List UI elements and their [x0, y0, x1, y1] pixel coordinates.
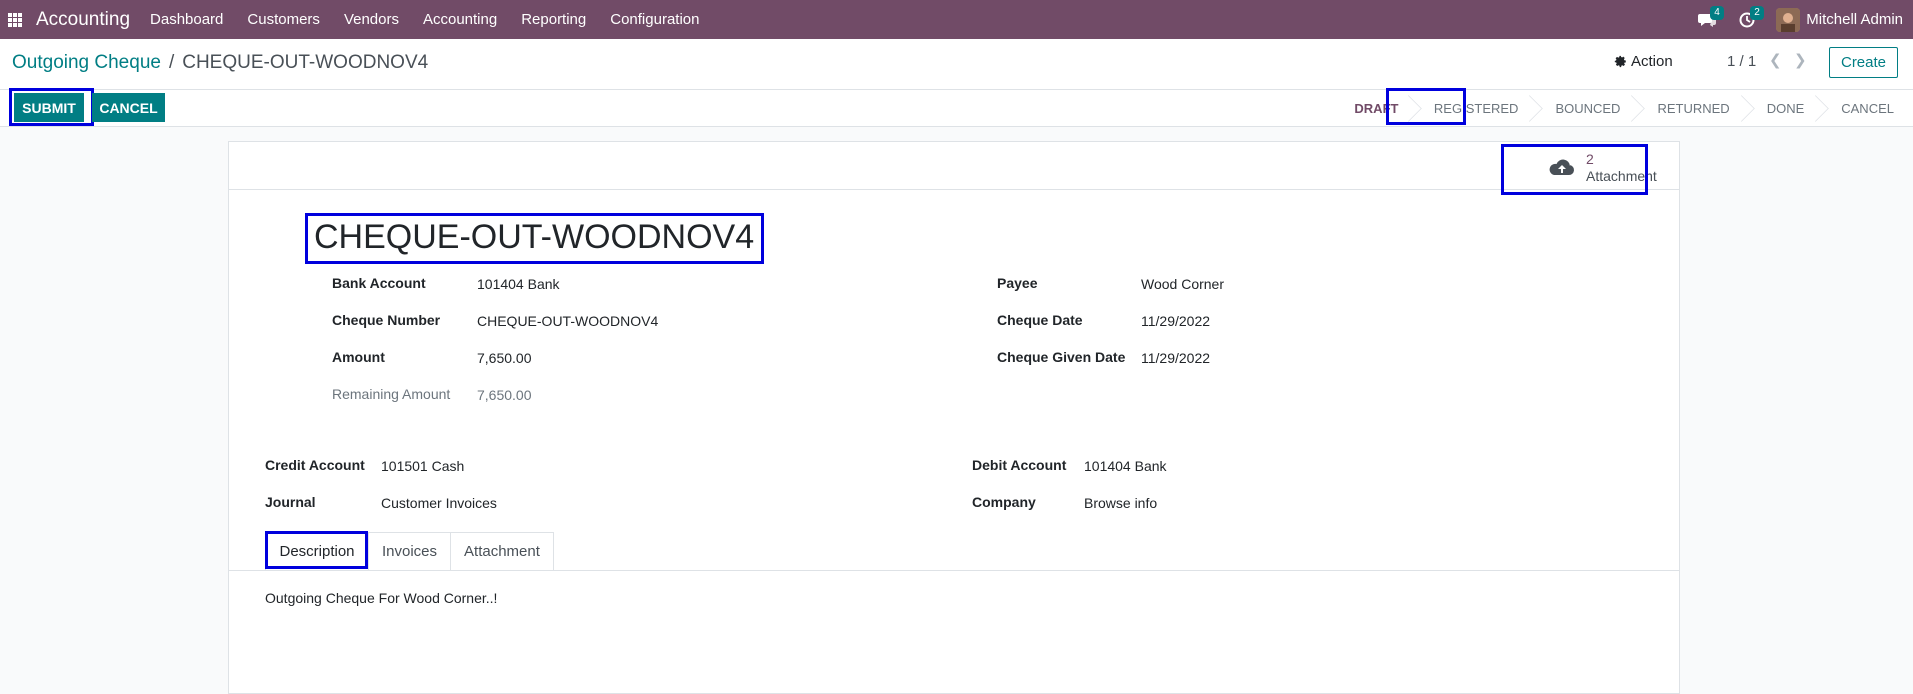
breadcrumb-separator: / [168, 52, 175, 73]
menu-accounting[interactable]: Accounting [423, 11, 497, 28]
notebook-tabs: Description Invoices Attachment [265, 532, 554, 570]
activities-clock-icon[interactable]: 2 [1736, 5, 1764, 31]
cloud-upload-icon [1549, 159, 1575, 175]
menu-reporting[interactable]: Reporting [521, 11, 586, 28]
cheque-number-label: Cheque Number [332, 312, 441, 328]
pager-previous-icon[interactable]: ❮ [1769, 51, 1782, 69]
cheque-given-date-label: Cheque Given Date [997, 349, 1126, 365]
attachment-smart-button[interactable]: 2 Attachment [1536, 147, 1673, 189]
tabs-divider [229, 570, 1679, 571]
attachment-label: Attachment [1586, 168, 1657, 184]
breadcrumb-parent-link[interactable]: Outgoing Cheque [12, 52, 161, 74]
submit-button[interactable]: SUBMIT [14, 93, 84, 122]
debit-account-value[interactable]: 101404 Bank [1084, 458, 1167, 474]
stage-returned[interactable]: RETURNED [1639, 90, 1748, 127]
breadcrumb: Outgoing Cheque / CHEQUE-OUT-WOODNOV4 [12, 52, 428, 74]
status-bar: DRAFT REGISTERED BOUNCED RETURNED DONE C… [1338, 90, 1913, 127]
cheque-given-date-value[interactable]: 11/29/2022 [1141, 350, 1210, 366]
amount-label: Amount [332, 349, 385, 365]
gear-icon [1614, 55, 1626, 68]
messages-badge: 4 [1710, 5, 1724, 20]
stage-done[interactable]: DONE [1749, 90, 1824, 127]
control-panel: Outgoing Cheque / CHEQUE-OUT-WOODNOV4 Ac… [0, 39, 1913, 127]
bank-account-label: Bank Account [332, 275, 426, 291]
action-dropdown-button[interactable]: Action [1614, 53, 1673, 70]
form-sheet: 2 Attachment CHEQUE-OUT-WOODNOV4 Bank Ac… [228, 141, 1680, 694]
main-menu: Dashboard Customers Vendors Accounting R… [150, 11, 723, 28]
stage-registered[interactable]: REGISTERED [1416, 90, 1538, 127]
stage-cancel[interactable]: CANCEL [1823, 90, 1913, 127]
menu-dashboard[interactable]: Dashboard [150, 11, 223, 28]
smart-button-box: 2 Attachment [229, 142, 1679, 190]
menu-vendors[interactable]: Vendors [344, 11, 399, 28]
cheque-date-label: Cheque Date [997, 312, 1083, 328]
company-value[interactable]: Browse info [1084, 495, 1157, 511]
pager-value[interactable]: 1 / 1 [1727, 53, 1756, 70]
debit-account-label: Debit Account [972, 457, 1067, 473]
action-label: Action [1631, 53, 1673, 70]
menu-configuration[interactable]: Configuration [610, 11, 699, 28]
tab-description[interactable]: Description [265, 532, 369, 570]
credit-account-value[interactable]: 101501 Cash [381, 458, 464, 474]
bank-account-value[interactable]: 101404 Bank [477, 276, 560, 292]
activities-badge: 2 [1750, 5, 1764, 20]
company-label: Company [972, 494, 1036, 510]
tab-attachment[interactable]: Attachment [450, 532, 554, 570]
remaining-amount-label: Remaining Amount [332, 386, 451, 402]
attachment-count: 2 [1586, 151, 1594, 167]
cheque-number-value[interactable]: CHEQUE-OUT-WOODNOV4 [477, 313, 658, 329]
credit-account-label: Credit Account [265, 457, 365, 473]
pager-next-icon[interactable]: ❯ [1794, 51, 1807, 69]
payee-label: Payee [997, 275, 1038, 291]
breadcrumb-current: CHEQUE-OUT-WOODNOV4 [182, 52, 429, 73]
user-name[interactable]: Mitchell Admin [1806, 11, 1903, 28]
user-avatar[interactable] [1776, 7, 1801, 32]
description-text[interactable]: Outgoing Cheque For Wood Corner..! [265, 590, 497, 606]
cancel-button[interactable]: CANCEL [92, 93, 165, 122]
apps-menu-icon[interactable] [8, 12, 22, 27]
create-button[interactable]: Create [1829, 47, 1898, 78]
messages-icon[interactable]: 4 [1696, 5, 1724, 31]
journal-value[interactable]: Customer Invoices [381, 495, 497, 511]
stage-bounced[interactable]: BOUNCED [1537, 90, 1639, 127]
app-name[interactable]: Accounting [36, 9, 130, 31]
menu-customers[interactable]: Customers [247, 11, 320, 28]
stage-draft[interactable]: DRAFT [1338, 90, 1416, 127]
journal-label: Journal [265, 494, 316, 510]
record-title: CHEQUE-OUT-WOODNOV4 [314, 218, 755, 256]
amount-value[interactable]: 7,650.00 [477, 350, 532, 366]
remaining-amount-value: 7,650.00 [477, 387, 532, 403]
top-navbar: Accounting Dashboard Customers Vendors A… [0, 0, 1913, 39]
cheque-date-value[interactable]: 11/29/2022 [1141, 313, 1210, 329]
tab-invoices[interactable]: Invoices [368, 532, 452, 570]
payee-value[interactable]: Wood Corner [1141, 276, 1224, 292]
